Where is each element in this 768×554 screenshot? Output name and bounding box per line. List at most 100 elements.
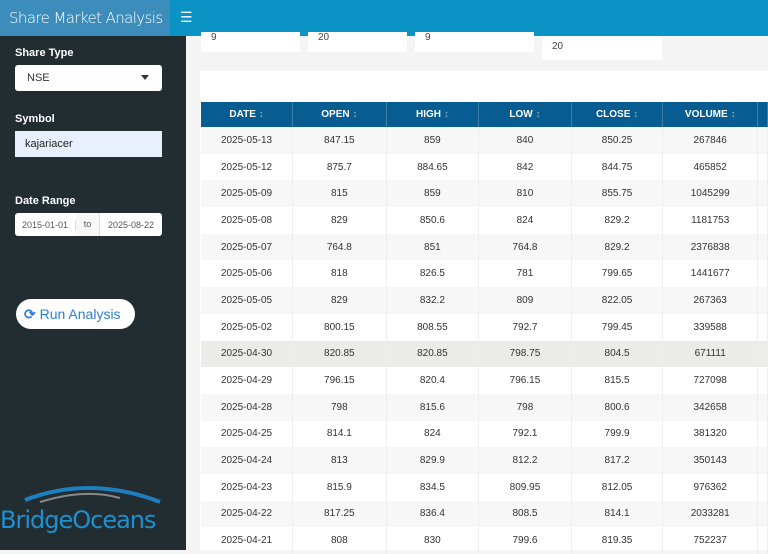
cell-open: 814.1	[292, 420, 387, 448]
cell-open: 817.25	[292, 500, 387, 528]
column-header-close[interactable]: CLOSE ↕	[571, 102, 664, 127]
cell-date: 2025-04-29	[201, 367, 294, 394]
cell-date: 2025-05-09	[201, 180, 294, 208]
sort-icon[interactable]: ↕	[730, 109, 735, 120]
sort-icon[interactable]: ↕	[444, 109, 449, 120]
cell-close: 844.75	[571, 153, 664, 181]
table-row[interactable]: 2025-05-09 815 859 810 855.75 1045299	[201, 180, 768, 208]
cell-volume: 2376838	[662, 233, 759, 261]
cell-volume: 727098	[662, 367, 759, 394]
cell-close: 817.2	[571, 447, 664, 474]
date-from-input[interactable]: 2015-01-01	[15, 219, 76, 230]
table-row[interactable]: 2025-05-08 829 850.6 824 829.2 1181753	[201, 207, 768, 234]
cell-volume: 381320	[662, 420, 759, 448]
column-header-extra	[757, 102, 768, 127]
cell-volume: 267363	[662, 287, 759, 314]
column-label: CLOSE	[595, 109, 631, 120]
column-header-high[interactable]: HIGH ↕	[386, 102, 480, 127]
cell-volume: 2033281	[662, 500, 759, 528]
cell-open: 813	[292, 447, 387, 474]
cell-high: 859	[386, 127, 480, 154]
top-navbar: Share Market Analysis ☰	[0, 0, 768, 36]
bridgeoceans-logo: BridgeOceans	[0, 480, 186, 540]
cell-low: 792.1	[478, 420, 572, 448]
column-header-open[interactable]: OPEN ↕	[292, 102, 387, 127]
refresh-icon: ⟳	[24, 306, 36, 322]
cell-date: 2025-04-24	[201, 447, 294, 474]
cell-high: 808.55	[386, 313, 480, 341]
sort-icon[interactable]: ↕	[352, 109, 357, 120]
cell-high: 850.6	[386, 207, 480, 234]
cell-high: 851	[386, 233, 480, 261]
cell-open: 815.9	[292, 473, 387, 501]
cell-date: 2025-04-28	[201, 393, 294, 421]
table-row[interactable]: 2025-05-12 875.7 884.65 842 844.75 465852	[201, 153, 768, 181]
share-data-table: DATE ↕ OPEN ↕ HIGH ↕ LOW ↕ CLOSE ↕ VOLUME ↕ 2…	[201, 102, 768, 554]
hamburger-icon[interactable]: ☰	[180, 9, 193, 26]
table-row[interactable]: 2025-05-06 818 826.5 781 799.65 1441677	[201, 260, 768, 288]
svg-text:BridgeOceans: BridgeOceans	[0, 506, 156, 534]
value-box-2: 20	[308, 32, 407, 52]
symbol-label: Symbol	[15, 113, 55, 125]
cell-close: 799.45	[571, 313, 664, 341]
table-row[interactable]: 2025-04-30 820.85 820.85 798.75 804.5 671111	[201, 340, 768, 368]
sort-icon[interactable]: ↕	[536, 109, 541, 120]
column-header-low[interactable]: LOW ↕	[478, 102, 572, 127]
cell-open: 818	[292, 260, 387, 288]
cell-low: 798.75	[478, 340, 572, 368]
cell-open: 815	[292, 180, 387, 208]
column-header-volume[interactable]: VOLUME ↕	[662, 102, 759, 127]
cell-low: 824	[478, 207, 572, 234]
table-row[interactable]: 2025-05-07 764.8 851 764.8 829.2 2376838	[201, 233, 768, 261]
cell-extra	[757, 313, 768, 341]
cell-extra	[757, 287, 768, 314]
cell-open: 764.8	[292, 233, 387, 261]
table-row[interactable]: 2025-04-24 813 829.9 812.2 817.2 350143	[201, 447, 768, 474]
cell-extra	[757, 260, 768, 288]
cell-open: 800.15	[292, 313, 387, 341]
table-row[interactable]: 2025-04-22 817.25 836.4 808.5 814.1 2033281	[201, 500, 768, 528]
date-to-input[interactable]: 2025-08-22	[100, 220, 162, 230]
sort-icon[interactable]: ↕	[633, 109, 638, 120]
table-row[interactable]: 2025-05-05 829 832.2 809 822.05 267363	[201, 287, 768, 314]
cell-close: 850.25	[571, 127, 664, 154]
cell-low: 812.2	[478, 447, 572, 474]
run-analysis-label: Run Analysis	[39, 306, 121, 322]
cell-high: 815.6	[386, 393, 480, 421]
cell-close: 822.05	[571, 287, 664, 314]
cell-low: 798	[478, 393, 572, 421]
cell-close: 812.05	[571, 473, 664, 501]
caret-down-icon	[141, 75, 149, 80]
cell-close: 799.65	[571, 260, 664, 288]
table-row[interactable]: 2025-05-13 847.15 859 840 850.25 267846	[201, 127, 768, 154]
cell-close: 829.2	[571, 207, 664, 234]
cell-volume: 1045299	[662, 180, 759, 208]
table-row[interactable]: 2025-04-23 815.9 834.5 809.95 812.05 976362	[201, 473, 768, 501]
cell-volume: 339588	[662, 313, 759, 341]
cell-high: 824	[386, 420, 480, 448]
cell-volume: 671111	[662, 340, 759, 368]
cell-low: 781	[478, 260, 572, 288]
column-header-date[interactable]: DATE ↕	[201, 102, 294, 127]
cell-close: 815.5	[571, 367, 664, 394]
table-row[interactable]: 2025-04-28 798 815.6 798 800.6 342658	[201, 393, 768, 421]
cell-close: 855.75	[571, 180, 664, 208]
symbol-input[interactable]: kajariacer	[15, 131, 162, 157]
column-label: OPEN	[321, 109, 350, 120]
column-label: DATE	[229, 109, 256, 120]
column-label: LOW	[509, 109, 533, 120]
cell-extra	[757, 233, 768, 261]
cell-open: 796.15	[292, 367, 387, 394]
cell-date: 2025-05-07	[201, 233, 294, 261]
cell-high: 832.2	[386, 287, 480, 314]
sort-icon[interactable]: ↕	[259, 109, 264, 120]
table-row[interactable]: 2025-04-29 796.15 820.4 796.15 815.5 727098	[201, 367, 768, 394]
table-row[interactable]: 2025-05-02 800.15 808.55 792.7 799.45 339588	[201, 313, 768, 341]
cell-close: 799.9	[571, 420, 664, 448]
share-type-select[interactable]: NSE	[15, 65, 162, 91]
cell-extra	[757, 367, 768, 394]
table-row[interactable]: 2025-04-25 814.1 824 792.1 799.9 381320	[201, 420, 768, 448]
cell-date: 2025-04-23	[201, 473, 294, 501]
run-analysis-button[interactable]: ⟳ Run Analysis	[16, 299, 135, 329]
cell-extra	[757, 153, 768, 181]
